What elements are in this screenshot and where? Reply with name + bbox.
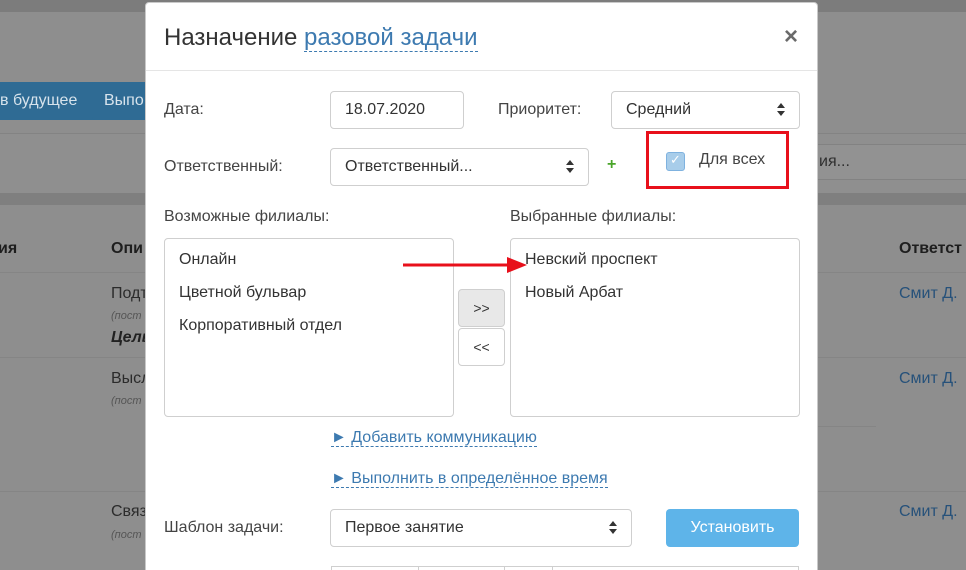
date-input[interactable]: 18.07.2020 [330,91,464,129]
responsible-select-value: Ответственный... [345,158,473,175]
move-right-button[interactable]: >> [458,289,505,327]
list-item[interactable]: Невский проспект [525,251,658,269]
column-header-description: Опи [111,240,143,257]
row-2-responsible: Смит Д. [899,370,958,387]
select-arrows-icon [777,103,785,117]
move-left-button[interactable]: << [458,328,505,366]
template-label: Шаблон задачи: [164,519,284,536]
list-item[interactable]: Новый Арбат [525,284,623,302]
responsible-select[interactable]: Ответственный... [330,148,589,186]
row-3-subtitle: (пост [111,529,142,541]
row-1-subtitle: (пост [111,310,142,322]
row-3-responsible: Смит Д. [899,503,958,520]
dialog-title: Назначение разовой задачи [164,24,478,52]
row-3-description: Связ [111,503,147,520]
select-arrows-icon [609,521,617,535]
row-2-subtitle: (пост [111,395,142,407]
responsible-label: Ответственный: [164,158,283,175]
template-table [331,566,799,570]
template-select-value: Первое занятие [345,519,464,536]
priority-label: Приоритет: [498,101,582,118]
available-branches-label: Возможные филиалы: [164,208,330,225]
selected-branches-label: Выбранные филиалы: [510,208,677,225]
add-communication-text: ► Добавить коммуникацию [331,429,537,447]
template-select[interactable]: Первое занятие [330,509,632,547]
dialog-title-text: Назначение [164,24,298,51]
selected-branches-list[interactable]: Невский проспект Новый Арбат [510,238,800,417]
assign-task-dialog: Назначение разовой задачи × Дата: 18.07.… [145,2,818,570]
task-type-toggle[interactable]: разовой задачи [304,24,478,52]
row-1-responsible: Смит Д. [899,285,958,302]
run-at-time-text: ► Выполнить в определённое время [331,470,608,488]
row-divider [818,426,876,427]
background-search: ия... [800,144,966,180]
column-header-name: ия [0,240,18,257]
dialog-header: Назначение разовой задачи × [146,3,817,71]
list-item[interactable]: Онлайн [179,251,236,269]
priority-select-value: Средний [626,101,692,118]
select-arrows-icon [566,160,574,174]
apply-template-button[interactable]: Установить [666,509,799,547]
list-item[interactable]: Цветной бульвар [179,284,306,302]
for-all-checkbox[interactable] [666,152,685,171]
row-1-description: Подт [111,285,148,302]
add-communication-link[interactable]: ► Добавить коммуникацию [331,429,537,447]
add-responsible-icon[interactable]: + [607,156,616,174]
date-label: Дата: [164,101,204,118]
column-header-responsible: Ответст [899,240,962,257]
close-icon[interactable]: × [784,23,798,51]
for-all-label[interactable]: Для всех [699,151,765,169]
list-item[interactable]: Корпоративный отдел [179,317,342,335]
priority-select[interactable]: Средний [611,91,800,129]
run-at-time-link[interactable]: ► Выполнить в определённое время [331,470,608,488]
annotation-arrow-icon [403,257,527,273]
